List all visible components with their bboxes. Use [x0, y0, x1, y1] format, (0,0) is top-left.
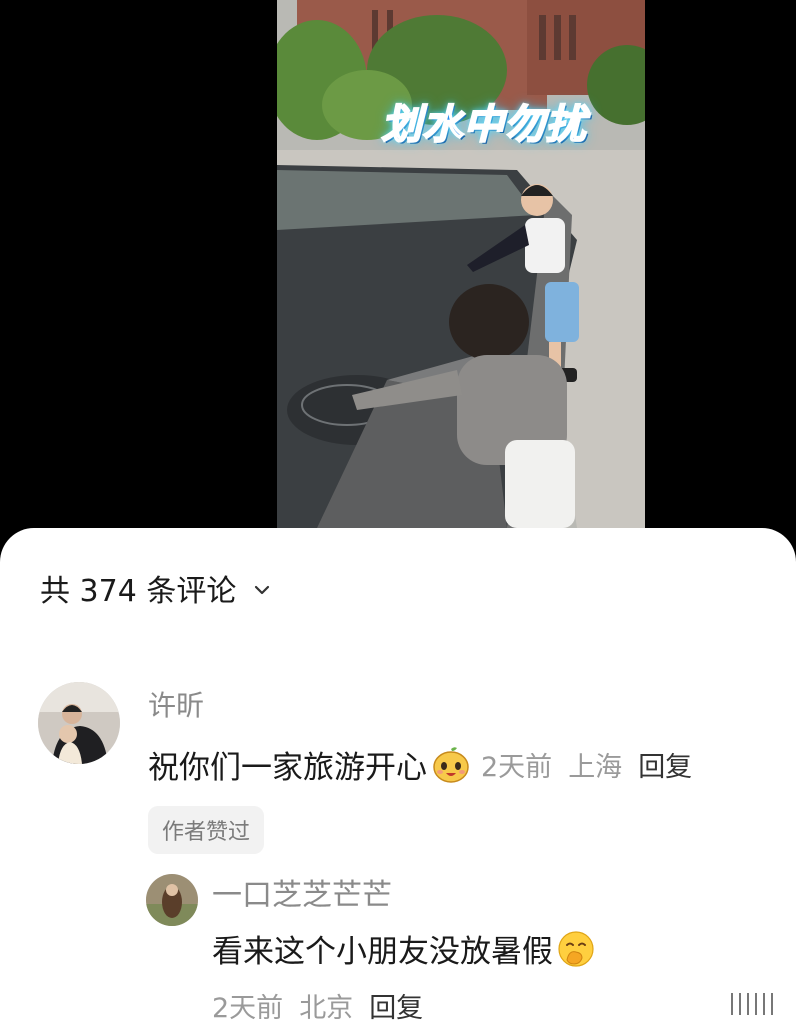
- comment-location: 北京: [299, 993, 354, 1024]
- watermark-logo: [731, 993, 773, 1015]
- comment-text: 祝你们一家旅游开心: [148, 750, 427, 786]
- comment-time: 2天前: [481, 752, 553, 783]
- reply-button[interactable]: 回复: [638, 745, 692, 784]
- avatar[interactable]: [146, 874, 198, 926]
- comments-sheet: 共 374 条评论 许昕 祝你们一家旅游开心 2天前 上海 回复 作者赞过 一口…: [0, 528, 796, 1035]
- video-caption: 划水中勿扰: [381, 101, 587, 149]
- video-frame[interactable]: 划水中勿扰: [277, 0, 645, 528]
- mango-face-icon: [433, 746, 469, 783]
- author-liked-badge: 作者赞过: [148, 806, 265, 854]
- comment-author[interactable]: 许昕: [148, 684, 204, 724]
- chevron-down-icon[interactable]: [252, 580, 272, 600]
- video-player[interactable]: 划水中勿扰: [0, 0, 796, 560]
- comment-body-row: 祝你们一家旅游开心 2天前 上海 回复: [148, 742, 692, 787]
- comment-body-row: 看来这个小朋友没放暑假: [212, 926, 595, 971]
- comment-author[interactable]: 一口芝芝芒芒: [212, 870, 392, 914]
- comment-count: 共 374 条评论: [40, 574, 237, 609]
- comments-header[interactable]: 共 374 条评论: [40, 566, 272, 610]
- avatar[interactable]: [38, 682, 120, 764]
- comment-location: 上海: [568, 752, 623, 783]
- comment-time: 2天前: [212, 993, 284, 1024]
- reply-button[interactable]: 回复: [369, 986, 423, 1025]
- comment-meta-row: 2天前 北京 回复: [212, 986, 423, 1025]
- comment-text: 看来这个小朋友没放暑假: [212, 934, 553, 970]
- hand-over-mouth-smile-icon: [558, 930, 594, 967]
- video-scene-image: [277, 0, 645, 528]
